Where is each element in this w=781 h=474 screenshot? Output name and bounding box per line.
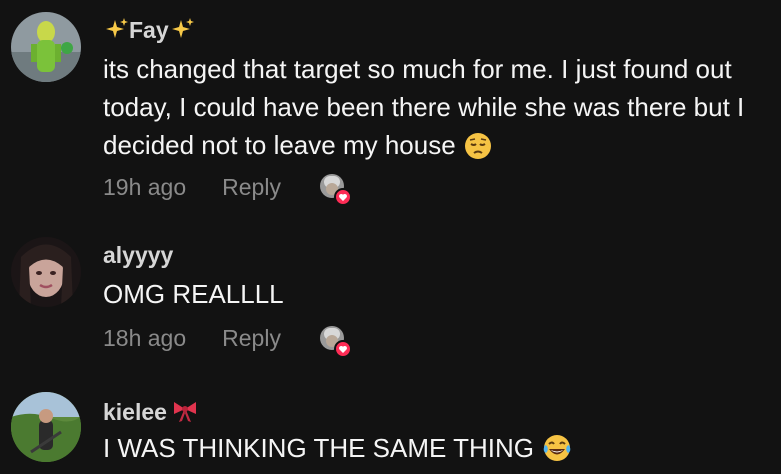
comment-timestamp: 19h ago (103, 174, 187, 200)
comment-text: its changed that target so much for me. … (103, 54, 745, 160)
comment-username[interactable]: kielee (103, 399, 199, 429)
ribbon-icon (171, 399, 199, 429)
sparkles-icon (103, 17, 129, 47)
pensive-face-icon (464, 132, 492, 170)
comment-item: kielee I WAS THINKING THE SAME THING (0, 370, 781, 474)
username-label: alyyyy (103, 242, 174, 268)
comment-username[interactable]: alyyyy (103, 242, 173, 269)
laughing-tears-face-icon (542, 433, 572, 473)
sparkles-icon (169, 17, 195, 47)
comment-meta: 19h ago Reply (103, 174, 281, 201)
username-label: Fay (129, 17, 169, 43)
comment-timestamp: 18h ago (103, 325, 187, 351)
comment-text: I WAS THINKING THE SAME THING (103, 433, 534, 463)
reply-button[interactable]: Reply (222, 325, 281, 351)
username-label: kielee (103, 399, 167, 425)
comment-item: alyyyy OMG REALLLL 18h ago Reply (0, 215, 781, 370)
comment-username[interactable]: Fay (103, 17, 195, 47)
avatar[interactable] (11, 392, 81, 462)
comment-meta: 18h ago Reply (103, 325, 281, 352)
creator-liked-badge (318, 324, 352, 358)
comment-text-block: its changed that target so much for me. … (103, 50, 775, 170)
comment-text-block: OMG REALLLL (103, 275, 775, 313)
avatar[interactable] (11, 12, 81, 82)
reply-button[interactable]: Reply (222, 174, 281, 200)
comment-item: Fay its changed that target so much for … (0, 0, 781, 215)
comment-text-block: I WAS THINKING THE SAME THING (103, 429, 775, 473)
comment-text: OMG REALLLL (103, 279, 284, 309)
avatar[interactable] (11, 237, 81, 307)
creator-liked-badge (318, 172, 352, 206)
